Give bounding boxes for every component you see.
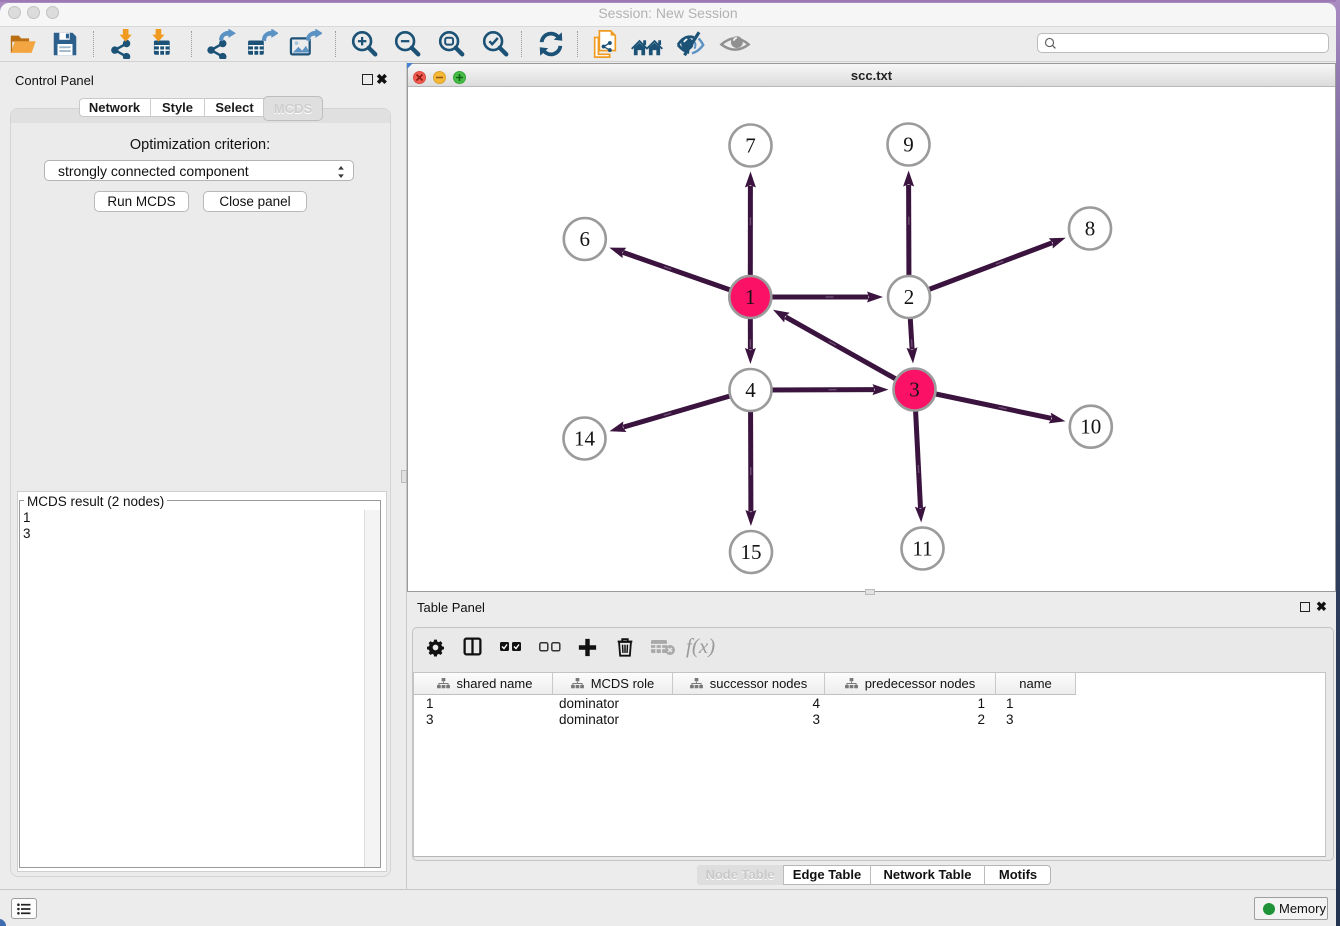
svg-text:4: 4 <box>745 378 756 402</box>
svg-text:7: 7 <box>745 134 756 158</box>
svg-text:15: 15 <box>741 540 762 564</box>
svg-text:14: 14 <box>574 427 596 451</box>
svg-text:11: 11 <box>912 537 932 561</box>
svg-text:2: 2 <box>904 285 915 309</box>
svg-text:9: 9 <box>903 133 914 157</box>
svg-text:10: 10 <box>1080 415 1101 439</box>
svg-text:8: 8 <box>1085 217 1096 241</box>
svg-text:6: 6 <box>580 227 591 251</box>
svg-text:1: 1 <box>745 285 756 309</box>
svg-text:3: 3 <box>909 378 920 402</box>
